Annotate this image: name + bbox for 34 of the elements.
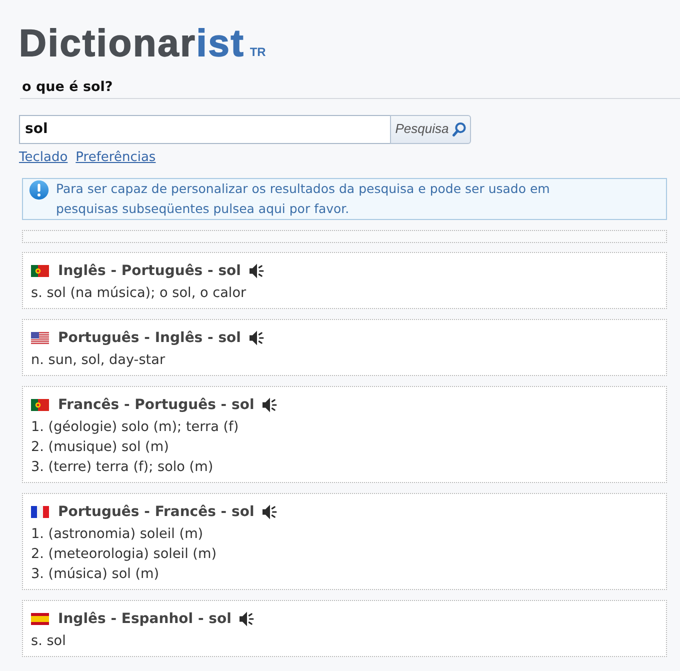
definition-text: 1. (astronomia) soleil (m)	[31, 524, 204, 544]
definition-text: 3. (música) sol (m)	[31, 564, 160, 584]
definition-text: 1. (géologie) solo (m); terra (f)	[31, 418, 240, 436]
definition-text: 3. (terre) terra (f); solo (m)	[31, 458, 214, 476]
definition-text: 2. (musique) sol (m)	[31, 438, 170, 456]
logo-text: Dictionarist	[19, 25, 245, 63]
region-label: TR	[250, 46, 266, 58]
flag-icon	[31, 506, 49, 518]
speaker-icon[interactable]	[262, 396, 278, 412]
link[interactable]: Preferências	[76, 150, 156, 166]
page-heading: o que é sol?	[22, 78, 113, 96]
speaker-icon[interactable]	[248, 262, 264, 278]
definition-text: s. sol	[31, 632, 67, 650]
speaker-icon[interactable]	[248, 330, 264, 346]
search-button[interactable]: Pesquisa	[390, 114, 471, 144]
link[interactable]: Teclado	[19, 150, 68, 166]
definition-text: n. sun, sol, day-star	[31, 350, 166, 370]
speaker-icon[interactable]	[262, 504, 278, 520]
entry-title: Inglês - Espanhol - sol	[58, 610, 232, 628]
notice-text: Para ser capaz de personalizar os resultados da pesquisa e pode ser usado em pesquisas subseqüentes pulsea aqui por favor.	[56, 180, 551, 218]
definition-text: 2. (meteorologia) soleil (m)	[31, 544, 218, 564]
flag-icon	[31, 398, 49, 410]
info-icon	[29, 180, 49, 200]
entry-title: Português - Francês - sol	[58, 502, 254, 522]
flag-icon	[31, 612, 49, 624]
search-field[interactable]: sol	[19, 114, 390, 144]
flag-icon	[31, 264, 49, 276]
search-icon	[452, 122, 466, 136]
speaker-icon[interactable]	[239, 610, 254, 626]
definition-text: s. sol (na música); o sol, o calor	[31, 284, 248, 302]
entry-title: Inglês - Português - sol	[58, 262, 241, 280]
flag-icon	[31, 332, 49, 344]
entry-title: Português - Inglês - sol	[58, 328, 241, 348]
entry-title: Francês - Português - sol	[58, 396, 254, 414]
